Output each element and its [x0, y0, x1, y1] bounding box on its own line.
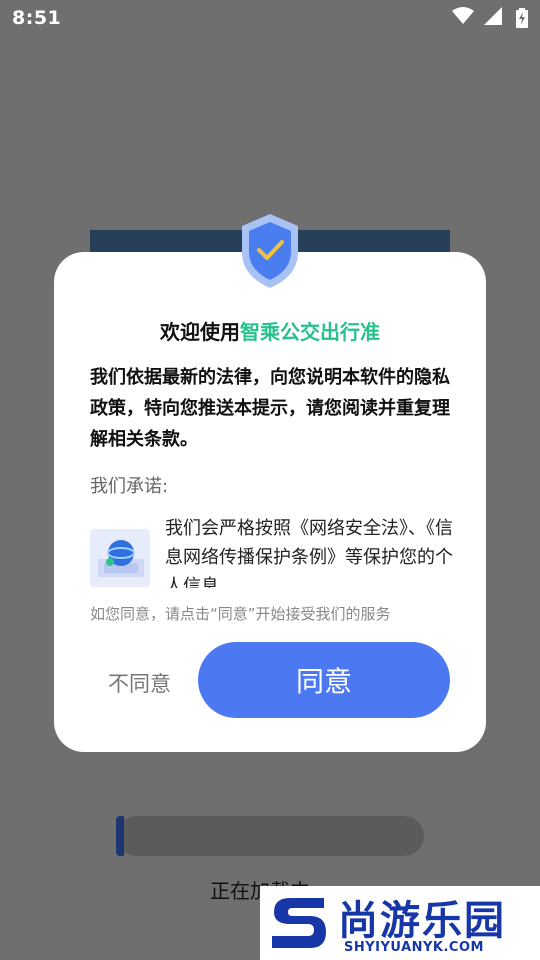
loading-progress-cap	[116, 816, 124, 856]
agree-button[interactable]: 同意	[198, 642, 450, 718]
loading-progress-bar	[116, 816, 424, 856]
battery-charging-icon	[516, 8, 528, 28]
dialog-title-prefix: 欢迎使用	[160, 320, 240, 344]
shield-check-icon	[242, 214, 298, 288]
privacy-dialog: 欢迎使用智乘公交出行准 我们依据最新的法律，向您说明本软件的隐私政策，特向您推送…	[54, 252, 486, 752]
cell-signal-icon	[484, 7, 502, 25]
wifi-icon	[452, 7, 474, 24]
status-icons	[452, 7, 502, 25]
watermark-logo: 尚游乐园 SHYIYUANYK.COM	[260, 886, 540, 960]
dialog-lead-text: 我们依据最新的法律，向您说明本软件的隐私政策，特向您推送本提示，请您阅读并重复理…	[90, 367, 450, 450]
dialog-clause-text: 我们会严格按照《网络安全法》、《信息网络传播保护条例》等保护您的个人信息	[165, 518, 453, 588]
status-time: 8:51	[12, 7, 62, 29]
watermark-s-logo-icon	[272, 898, 326, 948]
dialog-hint-text: 如您同意，请点击“同意”开始接受我们的服务	[90, 605, 391, 623]
dialog-title: 欢迎使用智乘公交出行准	[54, 316, 486, 345]
watermark-url: SHYIYUANYK.COM	[344, 940, 484, 955]
watermark-name: 尚游乐园	[338, 898, 506, 944]
dialog-title-app-name: 智乘公交出行准	[240, 320, 380, 344]
disagree-button[interactable]: 不同意	[108, 668, 171, 698]
security-illustration-icon	[90, 529, 150, 587]
promise-label: 我们承诺:	[90, 476, 169, 497]
status-bar: 8:51	[0, 0, 540, 36]
